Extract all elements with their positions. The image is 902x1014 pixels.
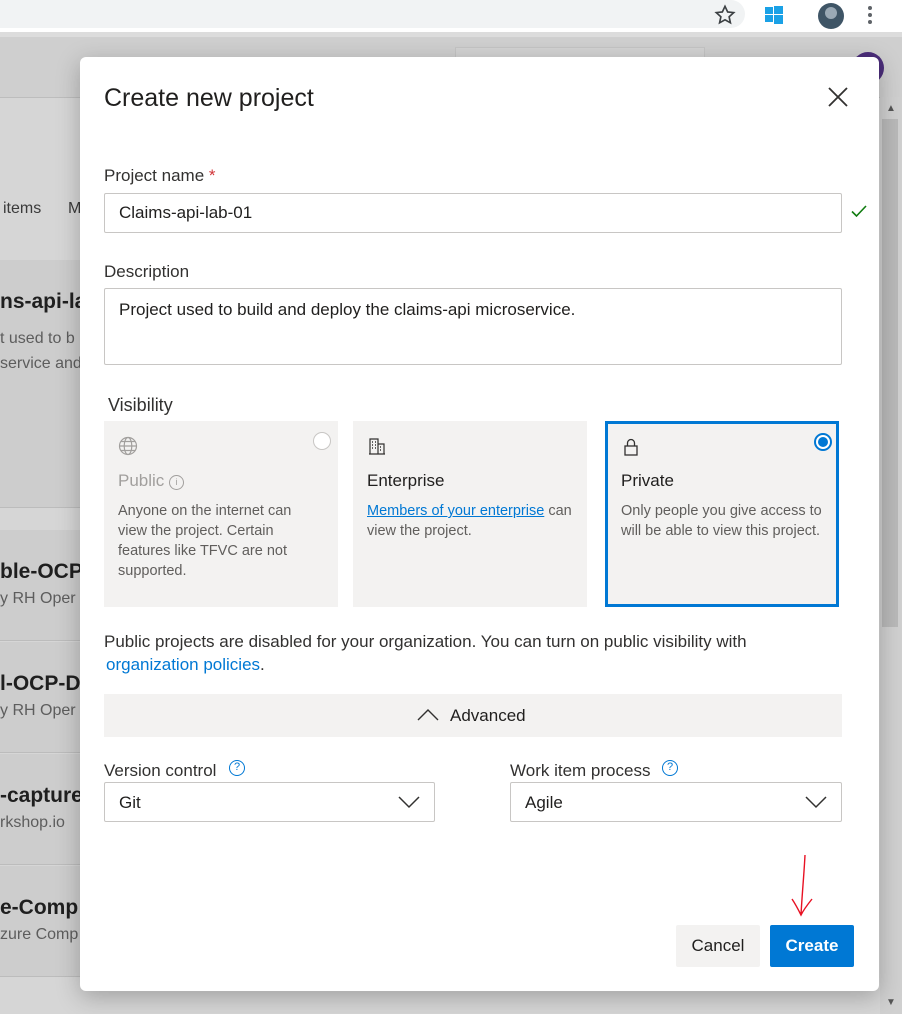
version-control-label: Version control <box>104 761 217 780</box>
page-scrollbar[interactable]: ▲ ▼ <box>880 97 902 1014</box>
description-label: Description <box>104 262 190 281</box>
building-icon <box>369 438 385 455</box>
red-arrow-annotation <box>791 854 813 917</box>
public-title: Public i <box>118 471 185 491</box>
star-icon[interactable] <box>714 4 736 26</box>
create-button[interactable]: Create <box>770 925 854 967</box>
project-name-input[interactable]: Claims-api-lab-01 <box>104 193 842 233</box>
project-name-label-text: Project name <box>104 166 205 185</box>
project-name-label: Project name * <box>104 166 216 186</box>
background-card-title: ble-OCP <box>0 560 82 583</box>
background-card-text: service and <box>0 355 82 372</box>
address-bar[interactable] <box>0 0 745 28</box>
version-control-value: Git <box>119 793 141 812</box>
work-item-process-dropdown[interactable]: Agile <box>510 782 842 822</box>
visibility-option-private[interactable]: Private Only people you give access to w… <box>605 421 839 607</box>
chevron-down-icon <box>805 796 827 809</box>
public-notice-text: Public projects are disabled for your or… <box>104 632 747 651</box>
public-notice-end: . <box>260 655 265 674</box>
scrollbar-thumb[interactable] <box>882 119 898 627</box>
background-card: l-OCP-D y RH Oper <box>0 642 82 753</box>
windows-icon[interactable] <box>764 5 784 25</box>
scroll-up-icon[interactable]: ▲ <box>886 103 896 114</box>
background-card-text: zure Comp <box>0 926 79 943</box>
info-icon[interactable]: i <box>169 475 185 490</box>
background-card: e-Comp zure Comp <box>0 866 82 977</box>
work-item-help-icon[interactable]: ? <box>662 760 678 776</box>
version-control-dropdown[interactable]: Git <box>104 782 435 822</box>
background-card-text: y RH Oper <box>0 702 76 719</box>
chevron-up-icon <box>417 709 439 721</box>
version-control-help-icon[interactable]: ? <box>229 760 245 776</box>
private-radio[interactable] <box>814 433 832 451</box>
profile-icon[interactable] <box>818 3 844 29</box>
background-card-text: y RH Oper <box>0 590 76 607</box>
dialog-title: Create new project <box>104 84 314 112</box>
lock-icon <box>624 438 638 456</box>
public-radio <box>313 432 331 450</box>
background-card-title: l-OCP-D <box>0 672 81 695</box>
advanced-label: Advanced <box>450 706 526 725</box>
enterprise-description: Members of your enterprise can view the … <box>367 501 572 541</box>
close-icon[interactable] <box>824 83 852 111</box>
background-tab-items: items <box>3 200 42 217</box>
browser-toolbar <box>0 0 902 32</box>
create-project-dialog: Create new project Project name * Claims… <box>80 57 879 991</box>
work-item-process-value: Agile <box>525 793 563 812</box>
cancel-button[interactable]: Cancel <box>676 925 760 967</box>
background-card-title: -capture <box>0 784 82 807</box>
members-of-enterprise-link[interactable]: Members of your enterprise <box>367 503 544 519</box>
visibility-option-enterprise[interactable]: Enterprise Members of your enterprise ca… <box>353 421 587 607</box>
public-description: Anyone on the internet can view the proj… <box>118 503 292 579</box>
public-title-text: Public <box>118 471 165 490</box>
background-card-title: ns-api-la <box>0 290 82 313</box>
checkmark-icon <box>851 205 867 218</box>
private-title: Private <box>621 471 674 490</box>
organization-policies-link[interactable]: organization policies <box>106 655 260 674</box>
enterprise-title: Enterprise <box>367 471 445 490</box>
visibility-label: Visibility <box>108 395 173 415</box>
project-name-value: Claims-api-lab-01 <box>119 203 253 222</box>
chevron-down-icon <box>398 796 420 809</box>
background-card-text: t used to b <box>0 330 75 347</box>
work-item-process-label: Work item process <box>510 761 651 780</box>
background-card-text: rkshop.io <box>0 814 65 831</box>
visibility-option-public: Public i Anyone on the internet can view… <box>104 421 338 607</box>
background-card: -capture rkshop.io <box>0 754 82 865</box>
background-card: ble-OCP y RH Oper <box>0 530 82 641</box>
kebab-menu-icon[interactable] <box>864 4 876 26</box>
scroll-down-icon[interactable]: ▼ <box>886 997 896 1008</box>
description-value: Project used to build and deploy the cla… <box>119 300 576 319</box>
globe-icon <box>118 436 138 456</box>
background-card: ns-api-la t used to b service and <box>0 260 82 508</box>
description-field[interactable]: Project used to build and deploy the cla… <box>104 288 842 365</box>
required-mark: * <box>208 166 216 185</box>
private-description: Only people you give access to will be a… <box>621 503 822 539</box>
public-visibility-notice: Public projects are disabled for your or… <box>104 630 824 676</box>
advanced-toggle-button[interactable]: Advanced <box>104 694 842 737</box>
background-card-title: e-Comp <box>0 896 79 919</box>
